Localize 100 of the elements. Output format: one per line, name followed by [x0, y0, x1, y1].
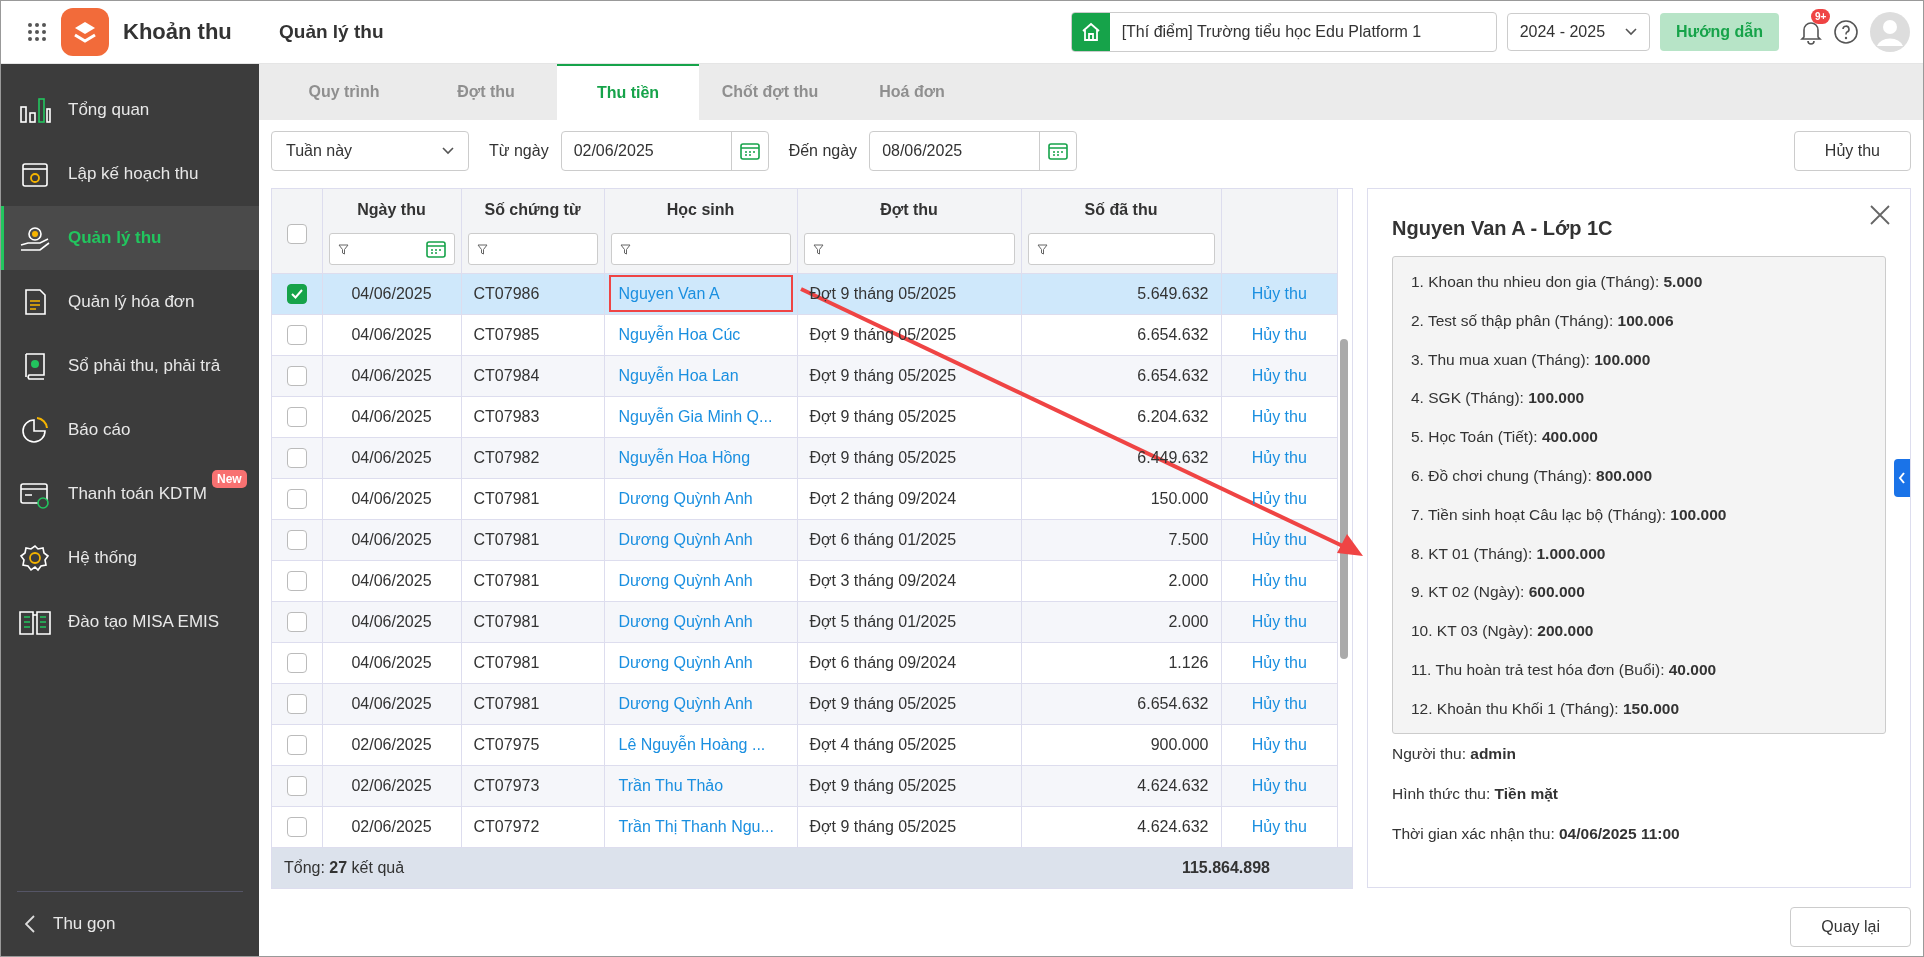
student-link[interactable]: Dương Quỳnh Anh [618, 653, 753, 672]
fee-item: 1. Khoan thu nhieu don gia (Tháng): 5.000 [1411, 272, 1704, 292]
year-dropdown[interactable]: 2024 - 2025 [1506, 13, 1651, 51]
calendar-icon [425, 240, 446, 258]
page-title: Quản lý thu [279, 21, 384, 43]
period-dropdown[interactable]: Tuần này [271, 131, 469, 171]
sidebar-item[interactable]: Báo cáo [1, 398, 259, 462]
from-date-field[interactable]: 02/06/2025 [560, 131, 769, 171]
table-cell: 04/06/2025 [351, 284, 432, 302]
from-date-label: Từ ngày [489, 142, 549, 160]
school-selector[interactable]: [Thí điểm] Trường tiểu học Edu Platform 1 [1070, 12, 1497, 52]
sidebar-item[interactable]: Lập kế hoạch thu [1, 142, 259, 206]
row-checkbox[interactable] [286, 775, 307, 796]
table-cell: Đợt 2 tháng 09/2024 [809, 489, 957, 507]
row-checkbox[interactable] [286, 652, 307, 673]
to-date-field[interactable]: 08/06/2025 [869, 131, 1078, 171]
table-cell: 6.654.632 [1137, 325, 1209, 343]
tab[interactable]: Đợt thu [415, 64, 557, 120]
cancel-receipt-link[interactable]: Hủy thu [1251, 407, 1307, 425]
table-cell: 7.500 [1168, 530, 1209, 548]
row-checkbox[interactable] [286, 447, 307, 468]
filter-icon [337, 243, 349, 255]
close-icon[interactable] [1870, 205, 1890, 225]
row-checkbox[interactable] [286, 734, 307, 755]
fee-item: 9. KT 02 (Ngày): 600.000 [1411, 582, 1586, 603]
filter-field[interactable] [803, 233, 1015, 265]
fee-item: 8. KT 01 (Tháng): 1.000.000 [1411, 543, 1607, 564]
row-checkbox[interactable] [286, 406, 307, 427]
sidebar-item[interactable]: Quản lý thu [1, 206, 259, 270]
filter-icon [619, 243, 631, 255]
sidebar-item[interactable]: Hệ thống [1, 526, 259, 590]
help-icon[interactable] [1833, 19, 1859, 45]
detail-field: Thời gian xác nhận thu: 04/06/2025 11:00 [1392, 814, 1886, 854]
table-cell: 6.654.632 [1137, 694, 1209, 712]
detail-title: Nguyen Van A - Lớp 1C [1392, 217, 1614, 240]
cancel-receipt-link[interactable]: Hủy thu [1251, 571, 1307, 589]
detail-field: Người thu: admin [1392, 734, 1886, 774]
cancel-receipt-link[interactable]: Hủy thu [1251, 817, 1307, 835]
sidebar-item[interactable]: Đào tạo MISA EMIS [1, 590, 259, 654]
scrollbar[interactable] [1340, 339, 1348, 659]
fee-item: 7. Tiền sinh hoạt Câu lạc bộ (Tháng): 100.000 [1411, 504, 1728, 525]
filter-icon [476, 243, 488, 255]
student-link[interactable]: Trần Thị Thanh Ngu... [618, 817, 774, 836]
filter-field[interactable] [610, 233, 791, 265]
column-header: Số chứng từ [483, 200, 582, 220]
table-cell: CT07983 [473, 407, 540, 425]
row-checkbox[interactable] [286, 693, 307, 714]
chevron-left-icon [25, 915, 35, 933]
bell-icon[interactable] [1799, 19, 1823, 45]
table-cell: CT07981 [473, 489, 540, 507]
sidebar-item[interactable]: Sổ phải thu, phải trả [1, 334, 259, 398]
fee-item: 3. Thu mua xuan (Tháng): 100.000 [1411, 349, 1652, 370]
filter-field[interactable] [467, 233, 598, 265]
app-logo-icon [61, 8, 109, 56]
guide-button[interactable]: Hướng dẫn [1660, 13, 1779, 51]
student-link[interactable]: Nguyễn Hoa Cúc [618, 325, 741, 344]
gear-icon [18, 543, 52, 573]
apps-grid-icon[interactable] [27, 22, 47, 42]
table-cell: CT07973 [473, 776, 540, 794]
cancel-receipt-link[interactable]: Hủy thu [1251, 325, 1307, 343]
filter-field[interactable] [1027, 233, 1215, 265]
table-cell: CT07981 [473, 571, 540, 589]
table-cell: CT07985 [473, 325, 540, 343]
cancel-receipt-link[interactable]: Hủy thu [1251, 489, 1307, 507]
filter-field[interactable] [328, 233, 455, 265]
fee-item: 4. SGK (Tháng): 100.000 [1411, 388, 1586, 409]
cancel-receipt-button[interactable]: Hủy thu [1793, 131, 1911, 171]
cancel-receipt-link[interactable]: Hủy thu [1251, 735, 1307, 753]
chevron-left-icon [1898, 472, 1906, 484]
calendar-icon [739, 142, 760, 160]
student-link[interactable]: Dương Quỳnh Anh [618, 571, 753, 590]
tab[interactable]: Hoá đơn [841, 64, 983, 120]
row-checkbox[interactable] [286, 570, 307, 591]
row-checkbox[interactable] [286, 365, 307, 386]
column-header: Học sinh [665, 200, 736, 220]
sidebar-item[interactable]: Quản lý hóa đơn [1, 270, 259, 334]
table-cell: CT07981 [473, 612, 540, 630]
row-checkbox[interactable] [286, 611, 307, 632]
tab[interactable]: Chốt đợt thu [699, 64, 841, 120]
select-all-checkbox[interactable] [286, 223, 307, 244]
sidebar-item[interactable]: Tổng quan [1, 78, 259, 142]
student-link[interactable]: Lê Nguyễn Hoàng ... [618, 735, 766, 754]
row-checkbox[interactable] [286, 529, 307, 550]
filter-icon [812, 243, 824, 255]
row-checkbox[interactable] [286, 324, 307, 345]
table-cell: CT07981 [473, 653, 540, 671]
row-checkbox[interactable] [286, 816, 307, 837]
sidebar-item[interactable]: Thanh toán KDTM New [1, 462, 259, 526]
student-link[interactable]: Nguyễn Gia Minh Q... [618, 407, 773, 426]
tab[interactable]: Quy trình [273, 64, 415, 120]
back-button[interactable]: Quay lại [1790, 907, 1911, 947]
row-checkbox[interactable] [286, 488, 307, 509]
table-cell: 4.624.632 [1137, 776, 1209, 794]
collapse-button[interactable]: Thu gọn [17, 891, 243, 956]
student-link[interactable]: Dương Quỳnh Anh [618, 489, 753, 508]
avatar-icon[interactable] [1869, 11, 1911, 53]
expand-tab[interactable] [1894, 459, 1910, 497]
tab[interactable]: Thu tiền [557, 64, 699, 120]
row-checkbox[interactable] [286, 283, 307, 304]
cancel-receipt-link[interactable]: Hủy thu [1251, 653, 1307, 671]
